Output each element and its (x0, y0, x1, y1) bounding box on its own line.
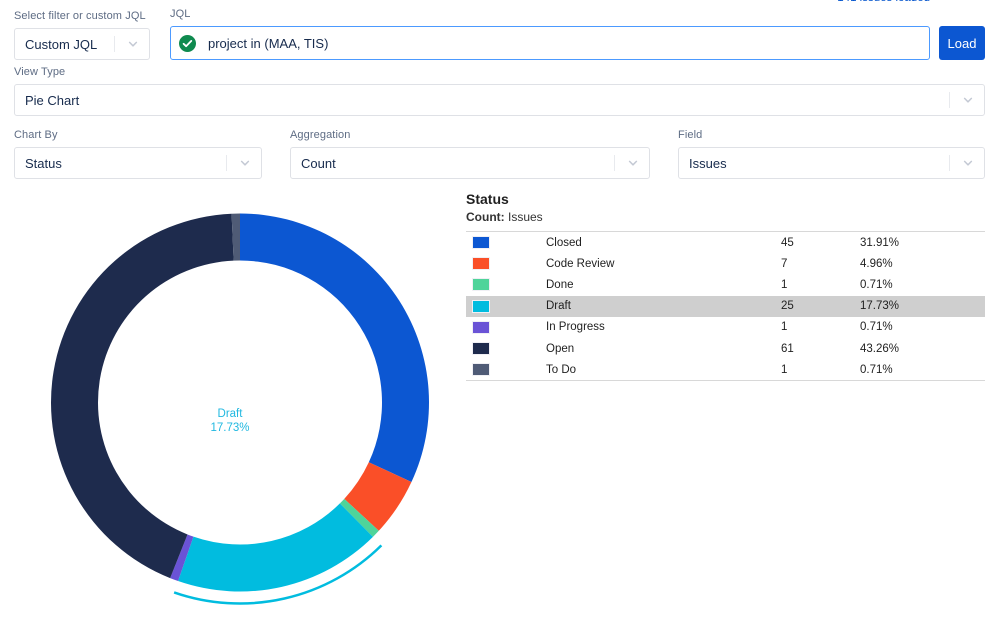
legend-row[interactable]: In Progress10.71% (466, 317, 985, 338)
filter-select-label: Select filter or custom JQL (14, 10, 150, 23)
legend-title: Status (466, 190, 985, 208)
legend-row-count: 61 (781, 343, 860, 355)
legend-row[interactable]: To Do10.71% (466, 359, 985, 380)
view-type-group: View Type Pie Chart (14, 66, 985, 116)
legend-row[interactable]: Done10.71% (466, 274, 985, 295)
view-type-label: View Type (14, 66, 985, 79)
donut-slice-group (51, 214, 429, 592)
load-button[interactable]: Load (939, 26, 985, 60)
chevron-down-icon (962, 157, 974, 169)
field-value: Issues (689, 156, 949, 171)
donut-slice[interactable] (51, 214, 234, 578)
legend-row-label: Code Review (546, 258, 781, 270)
legend-color-swatch (472, 321, 490, 334)
jql-input[interactable]: project in (MAA, TIS) (208, 36, 921, 51)
legend-row-count: 45 (781, 237, 860, 249)
select-divider (226, 155, 227, 171)
legend-subtitle-key: Count: (466, 210, 505, 224)
legend-row[interactable]: Closed4531.91% (466, 232, 985, 253)
select-divider (614, 155, 615, 171)
chart-by-group: Chart By Status (14, 129, 262, 179)
jql-label: JQL (170, 8, 930, 21)
legend-row-count: 25 (781, 300, 860, 312)
pie-chart[interactable]: Draft 17.73% (0, 185, 460, 620)
legend-row-count: 1 (781, 364, 860, 376)
donut-slice[interactable] (240, 214, 429, 483)
view-type-select[interactable]: Pie Chart (14, 84, 985, 116)
legend-color-swatch (472, 236, 490, 249)
chevron-down-icon (239, 157, 251, 169)
legend-subtitle: Count: Issues (466, 209, 985, 225)
legend-row-label: To Do (546, 364, 781, 376)
donut-slice[interactable] (178, 503, 373, 591)
legend-swatch-cell (466, 321, 546, 334)
query-toolbar: Select filter or custom JQL Custom JQL J… (14, 8, 985, 60)
chart-by-select[interactable]: Status (14, 147, 262, 179)
legend-swatch-cell (466, 342, 546, 355)
filter-select-group: Select filter or custom JQL Custom JQL (14, 10, 150, 60)
chevron-down-icon (627, 157, 639, 169)
issues-loaded-status: 141 issues loaded (837, 0, 930, 4)
legend-swatch-cell (466, 363, 546, 376)
legend-row-percent: 0.71% (860, 279, 985, 291)
donut-svg (0, 185, 460, 620)
legend-color-swatch (472, 300, 490, 313)
legend-table: Closed4531.91%Code Review74.96%Done10.71… (466, 231, 985, 381)
chart-by-value: Status (25, 156, 226, 171)
chart-options-row: Chart By Status Aggregation Count Field … (14, 129, 985, 179)
chevron-down-icon (127, 38, 139, 50)
chevron-down-icon (962, 94, 974, 106)
field-group: Field Issues (678, 129, 985, 179)
legend-row-percent: 17.73% (860, 300, 985, 312)
filter-select[interactable]: Custom JQL (14, 28, 150, 60)
legend-row-count: 1 (781, 279, 860, 291)
legend-color-swatch (472, 363, 490, 376)
check-circle-icon (179, 35, 196, 52)
jql-input-wrapper[interactable]: project in (MAA, TIS) (170, 26, 930, 60)
legend-row-percent: 4.96% (860, 258, 985, 270)
select-divider (949, 155, 950, 171)
field-select[interactable]: Issues (678, 147, 985, 179)
legend-row-label: Closed (546, 237, 781, 249)
legend-color-swatch (472, 342, 490, 355)
legend-row-count: 7 (781, 258, 860, 270)
legend-row-percent: 0.71% (860, 321, 985, 333)
legend-row-percent: 31.91% (860, 237, 985, 249)
view-type-value: Pie Chart (25, 93, 949, 108)
aggregation-group: Aggregation Count (290, 129, 650, 179)
load-button-group: Load (939, 26, 985, 60)
field-label: Field (678, 129, 985, 142)
chart-by-label: Chart By (14, 129, 262, 142)
filter-select-value: Custom JQL (25, 37, 114, 52)
legend-swatch-cell (466, 300, 546, 313)
legend-row-label: In Progress (546, 321, 781, 333)
jql-group: JQL 141 issues loaded project in (MAA, T… (170, 8, 930, 60)
legend-color-swatch (472, 278, 490, 291)
legend-row-label: Done (546, 279, 781, 291)
legend-swatch-cell (466, 257, 546, 270)
aggregation-value: Count (301, 156, 614, 171)
legend-swatch-cell (466, 278, 546, 291)
legend-panel: Status Count: Issues Closed4531.91%Code … (466, 190, 985, 381)
legend-row-count: 1 (781, 321, 860, 333)
legend-color-swatch (472, 257, 490, 270)
legend-row-percent: 43.26% (860, 343, 985, 355)
legend-subtitle-value: Issues (508, 210, 543, 224)
select-divider (949, 92, 950, 108)
aggregation-label: Aggregation (290, 129, 650, 142)
legend-row[interactable]: Code Review74.96% (466, 253, 985, 274)
aggregation-select[interactable]: Count (290, 147, 650, 179)
legend-row-percent: 0.71% (860, 364, 985, 376)
select-divider (114, 36, 115, 52)
legend-swatch-cell (466, 236, 546, 249)
legend-row-label: Open (546, 343, 781, 355)
legend-row[interactable]: Open6143.26% (466, 338, 985, 359)
legend-row[interactable]: Draft2517.73% (466, 296, 985, 317)
legend-row-label: Draft (546, 300, 781, 312)
